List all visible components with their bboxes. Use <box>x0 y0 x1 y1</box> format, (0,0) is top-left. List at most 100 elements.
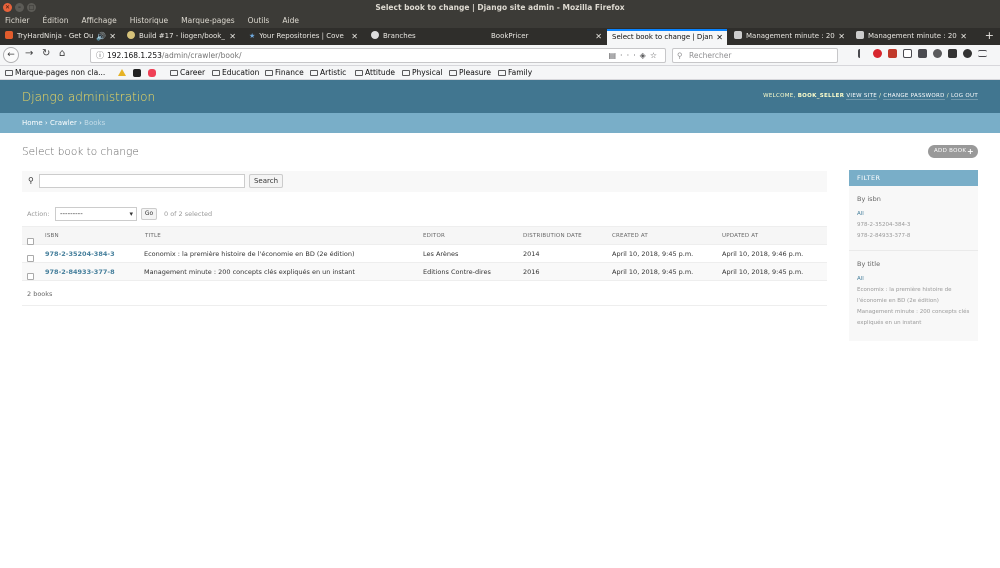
filter-option-all[interactable]: All <box>857 274 972 285</box>
column-distribution-date[interactable]: DISTRIBUTION DATE <box>523 233 582 239</box>
filter-option[interactable]: Economix : la première histoire de l'éco… <box>857 285 972 307</box>
bookmark-folder-artistic[interactable]: Artistic <box>310 68 346 77</box>
bookmark-folder-attitude[interactable]: Attitude <box>355 68 395 77</box>
addon-red-icon[interactable] <box>873 49 882 58</box>
column-title[interactable]: TITLE <box>145 233 161 239</box>
reader-view-icon[interactable]: ▤ <box>608 51 620 60</box>
google-drive-icon[interactable] <box>118 69 126 76</box>
isbn-link[interactable]: 978-2-84933-377-8 <box>45 268 115 276</box>
menu-marque-pages[interactable]: Marque-pages <box>181 15 235 28</box>
plus-icon: + <box>966 147 974 156</box>
addon-round-icon[interactable] <box>933 49 942 58</box>
github-favicon-icon <box>371 31 379 39</box>
bookmark-folder-family[interactable]: Family <box>498 68 532 77</box>
menu-affichage[interactable]: Affichage <box>81 15 116 28</box>
folder-icon <box>265 70 273 76</box>
column-updated-at[interactable]: UPDATED AT <box>722 233 758 239</box>
close-tab-icon[interactable]: ✕ <box>595 29 602 44</box>
menu-bar: Fichier Édition Affichage Historique Mar… <box>0 15 1000 28</box>
django-header: Django administration WELCOME, BOOK_SELL… <box>0 80 1000 113</box>
tab-build[interactable]: Build #17 - liogen/book_ ✕ <box>122 29 240 45</box>
bookmark-dark-icon[interactable] <box>133 69 141 77</box>
library-icon[interactable] <box>858 49 867 58</box>
close-tab-icon[interactable]: ✕ <box>109 29 116 44</box>
forward-arrow-icon[interactable]: → <box>25 48 33 59</box>
jb-favicon-icon <box>734 31 742 39</box>
addon-dark-icon[interactable] <box>918 49 927 58</box>
close-tab-icon[interactable]: ✕ <box>351 29 358 44</box>
addon-ring-icon[interactable] <box>963 49 972 58</box>
bookmark-folder-physical[interactable]: Physical <box>402 68 443 77</box>
column-isbn[interactable]: ISBN <box>45 233 59 239</box>
url-bar[interactable]: ⓘ 192.168.1.253/admin/crawler/book/ ▤···… <box>90 48 666 63</box>
filter-option[interactable]: Management minute : 200 concepts clés ex… <box>857 307 972 329</box>
close-tab-icon[interactable]: ✕ <box>838 29 845 44</box>
bookmark-folder-pleasure[interactable]: Pleasure <box>449 68 491 77</box>
cell-updated-at: April 10, 2018, 9:46 p.m. <box>722 250 804 258</box>
tab-branches[interactable]: Branches <box>366 29 484 45</box>
tab-bookpricer[interactable]: BookPricer ✕ <box>486 29 606 45</box>
sidebar-icon[interactable] <box>903 49 912 58</box>
close-tab-icon[interactable]: ✕ <box>960 29 967 44</box>
close-tab-icon[interactable]: ✕ <box>716 31 723 44</box>
bookmark-unsorted[interactable]: Marque-pages non cla... <box>5 68 105 77</box>
menu-fichier[interactable]: Fichier <box>5 15 30 28</box>
tab-repositories[interactable]: ★ Your Repositories | Cove ✕ <box>244 29 362 45</box>
user-tools-separator: / <box>879 93 882 99</box>
column-editor[interactable]: EDITOR <box>423 233 445 239</box>
home-icon[interactable]: ⌂ <box>59 48 65 59</box>
tab-management-minute-1[interactable]: Management minute : 20 ✕ <box>729 29 849 45</box>
hamburger-menu-icon[interactable] <box>978 50 987 57</box>
menu-historique[interactable]: Historique <box>130 15 168 28</box>
column-created-at[interactable]: CREATED AT <box>612 233 648 239</box>
bookmark-star-icon[interactable]: ☆ <box>650 51 661 60</box>
breadcrumb-crawler[interactable]: Crawler <box>50 119 77 127</box>
isbn-link[interactable]: 978-2-35204-384-3 <box>45 250 115 258</box>
bookmark-folder-education[interactable]: Education <box>212 68 259 77</box>
back-arrow-icon[interactable]: ← <box>3 47 19 63</box>
view-site-link[interactable]: VIEW SITE <box>846 93 878 100</box>
folder-icon <box>5 70 13 76</box>
filter-option-all[interactable]: All <box>857 209 972 220</box>
tab-bar: TryHardNinja - Get Ou 🔊 ✕ Build #17 - lio… <box>0 28 1000 45</box>
speaker-icon[interactable]: 🔊 <box>96 29 106 44</box>
tab-tryhardninja[interactable]: TryHardNinja - Get Ou 🔊 ✕ <box>0 29 120 45</box>
tab-management-minute-2[interactable]: Management minute : 20 ✕ <box>851 29 971 45</box>
search-input[interactable] <box>39 174 245 188</box>
bookmark-folder-finance[interactable]: Finance <box>265 68 304 77</box>
site-branding[interactable]: Django administration <box>22 90 155 104</box>
go-button[interactable]: Go <box>141 208 157 220</box>
change-password-link[interactable]: CHANGE PASSWORD <box>883 93 945 100</box>
new-tab-icon[interactable]: + <box>985 29 994 42</box>
filter-option[interactable]: 978-2-35204-384-3 <box>857 220 972 231</box>
menu-outils[interactable]: Outils <box>248 15 270 28</box>
page-actions-icon[interactable]: ··· <box>620 51 640 60</box>
info-icon[interactable]: ⓘ <box>96 49 104 62</box>
jenkins-favicon-icon <box>127 31 135 39</box>
cell-editor: Editions Contre-dires <box>423 268 491 276</box>
addon-e-icon[interactable] <box>948 49 957 58</box>
search-bar[interactable]: ⚲ Rechercher <box>672 48 838 63</box>
filter-option[interactable]: 978-2-84933-377-8 <box>857 231 972 242</box>
pocket-icon[interactable]: ◈ <box>640 51 650 60</box>
selected-count: 0 of 2 selected <box>164 210 213 218</box>
reload-icon[interactable]: ↻ <box>42 48 50 59</box>
filter-by-title: By title All Economix : la première hist… <box>849 260 978 329</box>
add-book-button[interactable]: ADD BOOK + <box>928 145 978 158</box>
logout-link[interactable]: LOG OUT <box>950 93 978 100</box>
user-tools: WELCOME, BOOK_SELLER VIEW SITE / CHANGE … <box>763 93 978 100</box>
search-button[interactable]: Search <box>249 174 283 188</box>
youtube-favicon-icon <box>5 31 13 39</box>
table-row: 978-2-35204-384-3 Economix : la première… <box>22 245 827 263</box>
action-select[interactable]: --------- ▾ <box>55 207 137 221</box>
menu-edition[interactable]: Édition <box>43 15 69 28</box>
close-tab-icon[interactable]: ✕ <box>229 29 236 44</box>
pocket-bookmark-icon[interactable] <box>148 69 156 77</box>
tab-select-book[interactable]: Select book to change | Djan ✕ <box>607 29 727 45</box>
bookmark-folder-career[interactable]: Career <box>170 68 205 77</box>
url-actions: ▤···◈☆ <box>608 49 661 62</box>
menu-aide[interactable]: Aide <box>282 15 299 28</box>
addon-m-icon[interactable] <box>888 49 897 58</box>
welcome-text: WELCOME, <box>763 93 796 99</box>
breadcrumb-home[interactable]: Home <box>22 119 43 127</box>
